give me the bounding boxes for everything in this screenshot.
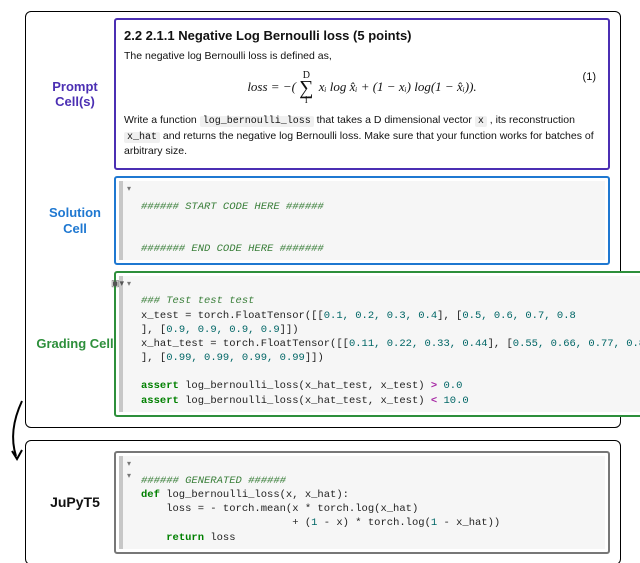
solution-start-marker: ###### START CODE HERE ###### — [141, 201, 324, 213]
collapse-icon: ▾ — [127, 460, 131, 471]
jupyt5-row: JuPyT5 ▾ ###### GENERATED ###### ▾ def log… — [36, 451, 610, 554]
eq-sum: D ∑ i — [299, 71, 313, 105]
prompt-desc: Write a function log_bernoulli_loss that… — [124, 113, 600, 158]
prompt-desc-1: Write a function — [124, 114, 200, 126]
grading-row: Grading Cell ▣▾▾ ### Test test test x_tes… — [36, 271, 610, 417]
g-l1c: ], [ — [141, 324, 166, 336]
page: Prompt Cell(s) 2.2 2.1.1 Negative Log Be… — [0, 0, 640, 536]
prompt-label-text: Prompt Cell(s) — [36, 79, 114, 110]
run-badge-icon: ▣▾ — [111, 278, 124, 290]
grading-comment: ### Test test test — [141, 295, 254, 307]
eq-number: (1) — [583, 71, 596, 83]
top-group-box: Prompt Cell(s) 2.2 2.1.1 Negative Log Be… — [25, 11, 621, 428]
prompt-equation: loss = −( D ∑ i xᵢ log x̂ᵢ + (1 − xᵢ) lo… — [124, 71, 600, 105]
gen-comment: ###### GENERATED ###### — [141, 475, 286, 487]
g-v3: 0.9, 0.9, 0.9, 0.9 — [166, 324, 279, 336]
gen-def-kw: def — [141, 489, 160, 501]
g-v1: 0.1, 0.2, 0.3, 0.4 — [324, 310, 437, 322]
g-l2d: ]]) — [305, 352, 324, 364]
eq-sum-bot: i — [305, 95, 308, 106]
g-assert2-call: log_bernoulli_loss(x_hat_test, x_test) — [179, 395, 431, 407]
code-fn-name: log_bernoulli_loss — [200, 116, 314, 127]
solution-end-marker: ####### END CODE HERE ####### — [141, 243, 324, 255]
g-l1b: ], [ — [437, 310, 462, 322]
prompt-heading: 2.2 2.1.1 Negative Log Bernoulli loss (5… — [124, 28, 600, 43]
gen-ret-kw: return — [166, 532, 204, 544]
gen-def-sig: log_bernoulli_loss(x, x_hat): — [160, 489, 349, 501]
prompt-intro: The negative log Bernoulli loss is defin… — [124, 49, 600, 63]
eq-lhs: loss — [247, 79, 267, 94]
gen-l2d: - x_hat)) — [437, 517, 500, 529]
generated-cell: ▾ ###### GENERATED ###### ▾ def log_bernou… — [114, 451, 610, 554]
solution-label: Solution Cell — [36, 176, 114, 265]
solution-row: Solution Cell ▾ ###### START CODE HERE ##… — [36, 176, 610, 265]
gen-l2b: - x) * torch.log( — [317, 517, 430, 529]
prompt-desc-2: that takes a D dimensional vector — [314, 114, 475, 126]
g-l2a: x_hat_test = torch.FloatTensor([[ — [141, 338, 349, 350]
g-assert1-rhs: 0.0 — [437, 380, 462, 392]
eq-body: xᵢ log x̂ᵢ + (1 − xᵢ) log(1 − x̂ᵢ)). — [319, 79, 477, 94]
gen-l2: + ( — [141, 517, 311, 529]
grading-cell: ▣▾▾ ### Test test test x_test = torch.Flo… — [114, 271, 640, 417]
g-assert1-call: log_bernoulli_loss(x_hat_test, x_test) — [179, 380, 431, 392]
prompt-desc-3: , its reconstruction — [487, 114, 575, 126]
collapse-icon: ▾ — [127, 185, 131, 196]
collapse-icon: ▾ — [127, 472, 131, 483]
solution-cell: ▾ ###### START CODE HERE ###### ####### E… — [114, 176, 610, 265]
prompt-label: Prompt Cell(s) — [36, 18, 114, 170]
grading-label: Grading Cell — [36, 271, 114, 417]
eq-prefix: = −( — [271, 79, 296, 94]
g-w3: 0.99, 0.99, 0.99, 0.99 — [166, 352, 305, 364]
g-w1: 0.11, 0.22, 0.33, 0.44 — [349, 338, 488, 350]
g-l1a: x_test = torch.FloatTensor([[ — [141, 310, 324, 322]
grading-code-block: ▣▾▾### Test test test x_test = torch.Flo… — [119, 276, 640, 412]
prompt-desc-4: and returns the negative log Bernoulli l… — [124, 130, 594, 158]
jupyt5-label: JuPyT5 — [36, 494, 114, 510]
solution-label-text: Solution Cell — [36, 205, 114, 236]
flow-arrow-icon — [10, 401, 34, 461]
solution-code-block: ▾ ###### START CODE HERE ###### ####### E… — [119, 181, 605, 260]
prompt-cell: 2.2 2.1.1 Negative Log Bernoulli loss (5… — [114, 18, 610, 170]
gen-l1: loss = - torch.mean(x * torch.log(x_hat) — [141, 503, 418, 515]
g-v2: 0.5, 0.6, 0.7, 0.8 — [462, 310, 575, 322]
g-l1d: ]]) — [280, 324, 299, 336]
code-xhat: x_hat — [124, 132, 160, 143]
g-assert2-kw: assert — [141, 395, 179, 407]
prompt-row: Prompt Cell(s) 2.2 2.1.1 Negative Log Be… — [36, 18, 610, 170]
grading-label-text: Grading Cell — [36, 336, 113, 352]
g-l2b: ], [ — [488, 338, 513, 350]
g-assert1-kw: assert — [141, 380, 179, 392]
g-l2c: ], [ — [141, 352, 166, 364]
code-x: x — [475, 116, 487, 127]
g-assert2-rhs: 10.0 — [437, 395, 469, 407]
g-w2: 0.55, 0.66, 0.77, 0.88 — [513, 338, 640, 350]
gen-ret-rest: loss — [204, 532, 236, 544]
collapse-icon: ▾ — [127, 280, 131, 291]
generated-group-box: JuPyT5 ▾ ###### GENERATED ###### ▾ def log… — [25, 440, 621, 563]
generated-code-block: ▾ ###### GENERATED ###### ▾ def log_bernou… — [119, 456, 605, 549]
